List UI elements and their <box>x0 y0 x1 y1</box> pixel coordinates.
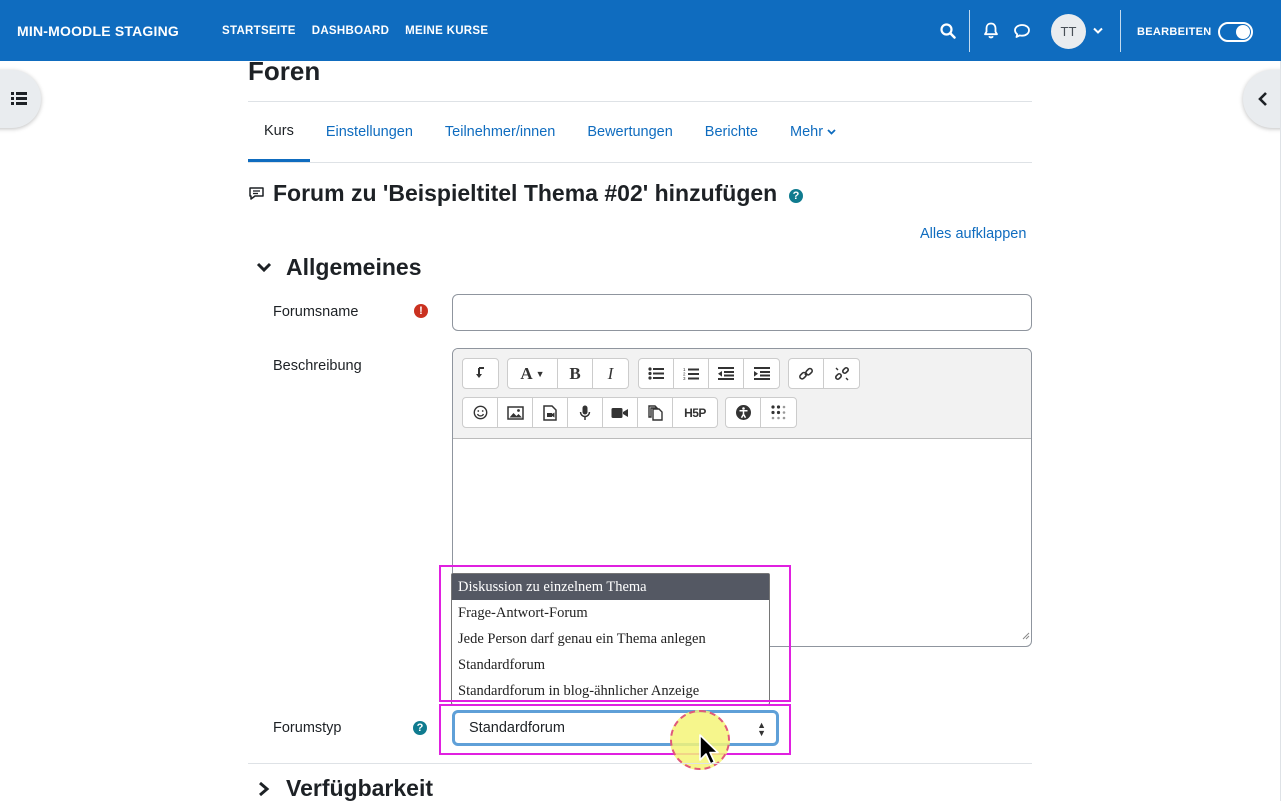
video-camera-icon[interactable] <box>603 398 638 427</box>
accessibility-checker-icon[interactable] <box>761 398 796 427</box>
bold-icon[interactable]: B <box>558 359 593 388</box>
section-availability-toggle[interactable]: Verfügbarkeit <box>256 775 433 801</box>
tab-settings[interactable]: Einstellungen <box>310 102 429 162</box>
copy-icon[interactable] <box>638 398 673 427</box>
form-heading: Forum zu 'Beispieltitel Thema #02' hinzu… <box>248 180 777 207</box>
chevron-down-icon <box>827 129 836 135</box>
highlight-box-options <box>439 565 791 702</box>
site-brand[interactable]: MIN-MOODLE STAGING <box>17 23 179 39</box>
page-title: Foren <box>248 56 321 86</box>
primary-navigation: STARTSEITE DASHBOARD MEINE KURSE <box>222 25 488 37</box>
secondary-navigation: Kurs Einstellungen Teilnehmer/innen Bewe… <box>248 102 852 162</box>
outdent-icon[interactable] <box>709 359 744 388</box>
accessibility-icon[interactable] <box>726 398 761 427</box>
section-availability-title: Verfügbarkeit <box>286 775 433 801</box>
divider <box>248 162 1032 163</box>
indent-icon[interactable] <box>744 359 779 388</box>
italic-icon[interactable]: I <box>593 359 628 388</box>
mouse-cursor-icon <box>699 734 719 765</box>
tab-reports[interactable]: Berichte <box>689 102 774 162</box>
section-general-toggle[interactable]: Allgemeines <box>256 254 422 281</box>
highlight-box-select <box>439 704 791 755</box>
forum-name-label: Forumsname <box>273 304 359 320</box>
link-icon[interactable] <box>789 359 824 388</box>
forum-type-label: Forumstyp <box>273 720 342 736</box>
bell-icon[interactable] <box>980 0 1002 61</box>
course-index-drawer-button[interactable] <box>0 70 41 128</box>
nav-link-home[interactable]: STARTSEITE <box>222 25 296 37</box>
top-navbar: MIN-MOODLE STAGING STARTSEITE DASHBOARD … <box>0 0 1281 61</box>
resize-handle-icon[interactable] <box>1022 627 1030 645</box>
tab-participants[interactable]: Teilnehmer/innen <box>429 102 571 162</box>
ordered-list-icon[interactable]: 123 <box>674 359 709 388</box>
toolbar-toggle-icon[interactable] <box>463 359 498 388</box>
required-icon: ! <box>414 304 428 318</box>
editor-toolbar: A ▼ B I 123 H5P <box>453 349 1031 439</box>
font-style-icon[interactable]: A ▼ <box>508 359 558 388</box>
expand-all-link[interactable]: Alles aufklappen <box>920 226 1026 242</box>
tab-more-label: Mehr <box>790 124 824 140</box>
svg-text:3: 3 <box>683 376 686 381</box>
nav-link-my-courses[interactable]: MEINE KURSE <box>405 25 488 37</box>
divider <box>248 763 1032 764</box>
help-icon[interactable]: ? <box>413 721 427 735</box>
tab-course[interactable]: Kurs <box>248 102 310 162</box>
microphone-icon[interactable] <box>568 398 603 427</box>
unordered-list-icon[interactable] <box>639 359 674 388</box>
help-icon[interactable]: ? <box>789 189 803 203</box>
block-drawer-button[interactable] <box>1243 70 1281 128</box>
forum-icon <box>249 187 264 200</box>
tab-more[interactable]: Mehr <box>774 102 852 162</box>
chevron-right-icon <box>259 781 270 796</box>
edit-mode-toggle[interactable] <box>1218 22 1253 42</box>
forum-name-input[interactable] <box>452 294 1032 331</box>
description-label: Beschreibung <box>273 358 362 374</box>
unlink-icon[interactable] <box>824 359 859 388</box>
avatar[interactable]: TT <box>1051 14 1086 49</box>
image-icon[interactable] <box>498 398 533 427</box>
chevron-down-icon <box>256 262 272 273</box>
form-title: Forum zu 'Beispieltitel Thema #02' hinzu… <box>273 180 778 206</box>
section-general-title: Allgemeines <box>286 254 422 280</box>
media-icon[interactable] <box>533 398 568 427</box>
chevron-left-icon <box>1258 92 1267 106</box>
edit-mode-label: BEARBEITEN <box>1137 26 1212 38</box>
chat-icon[interactable] <box>1011 0 1033 61</box>
h5p-icon[interactable]: H5P <box>673 398 717 427</box>
tab-grades[interactable]: Bewertungen <box>571 102 688 162</box>
emoji-icon[interactable] <box>463 398 498 427</box>
list-icon <box>11 92 27 105</box>
search-icon[interactable] <box>937 0 959 61</box>
nav-link-dashboard[interactable]: DASHBOARD <box>312 25 389 37</box>
chevron-down-icon[interactable] <box>1091 0 1105 61</box>
